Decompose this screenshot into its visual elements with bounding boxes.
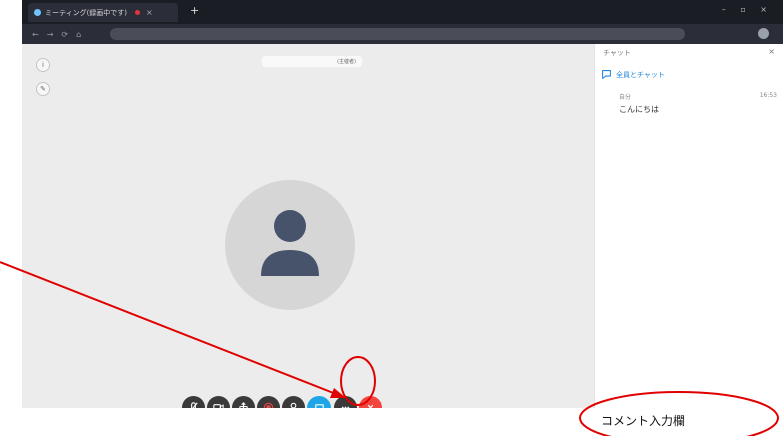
recording-indicator-icon — [135, 10, 141, 15]
person-icon — [261, 210, 319, 276]
webex-app-icon — [34, 9, 41, 16]
mute-mic-button[interactable] — [182, 396, 205, 408]
participant-name-pill: (主催者) — [262, 56, 362, 67]
comment-input-annotation-label: コメント入力欄 — [601, 414, 686, 428]
participant-avatar — [225, 180, 355, 310]
new-tab-button[interactable]: + — [190, 5, 199, 17]
tab-close-button[interactable]: × — [146, 8, 153, 17]
title-bar: ミーティング(録画中です) × + – ▫ × — [22, 0, 783, 24]
message-sender: 自分 — [619, 94, 632, 101]
chat-bubble-icon — [314, 403, 324, 408]
message-text: こんにちは — [619, 105, 659, 114]
more-icon — [341, 406, 350, 408]
share-icon — [239, 402, 248, 408]
person-icon — [290, 402, 297, 408]
meeting-area: i ✎ (主催者) — [22, 44, 594, 408]
close-icon — [367, 404, 374, 408]
chat-everyone-tab[interactable]: 全員とチャット — [601, 69, 665, 80]
chat-panel-title: チャット — [603, 49, 631, 57]
chat-button[interactable] — [307, 396, 331, 408]
address-bar-row: ←→⟳⌂ — [22, 24, 783, 44]
info-icon[interactable]: i — [36, 58, 50, 72]
mic-off-icon — [191, 402, 198, 408]
tab-title: ミーティング(録画中です) — [45, 8, 128, 17]
browser-window: ミーティング(録画中です) × + – ▫ × ←→⟳⌂ i ✎ (主催者) チ… — [22, 0, 783, 408]
pen-icon[interactable]: ✎ — [36, 82, 50, 96]
chat-tab-label: 全員とチャット — [616, 70, 665, 79]
browser-tab[interactable]: ミーティング(録画中です) × — [28, 3, 178, 22]
chat-bubble-icon — [602, 70, 611, 79]
host-label: (主催者) — [337, 59, 356, 65]
chat-panel: チャット × 全員とチャット 自分 16:53 こんにちは — [594, 44, 783, 408]
message-time: 16:53 — [759, 92, 777, 99]
more-button[interactable] — [334, 396, 357, 408]
camera-icon — [213, 404, 224, 408]
window-controls[interactable]: – ▫ × — [722, 5, 773, 14]
url-field[interactable] — [110, 28, 685, 40]
video-button[interactable] — [207, 396, 230, 408]
leave-button[interactable] — [359, 396, 382, 408]
chat-close-button[interactable]: × — [768, 47, 775, 56]
record-icon — [263, 402, 274, 408]
meeting-controls — [182, 396, 582, 408]
record-button[interactable] — [257, 396, 280, 408]
participants-button[interactable] — [282, 396, 305, 408]
navigation-icons[interactable]: ←→⟳⌂ — [32, 30, 89, 39]
profile-avatar-icon[interactable] — [758, 28, 769, 39]
share-button[interactable] — [232, 396, 255, 408]
